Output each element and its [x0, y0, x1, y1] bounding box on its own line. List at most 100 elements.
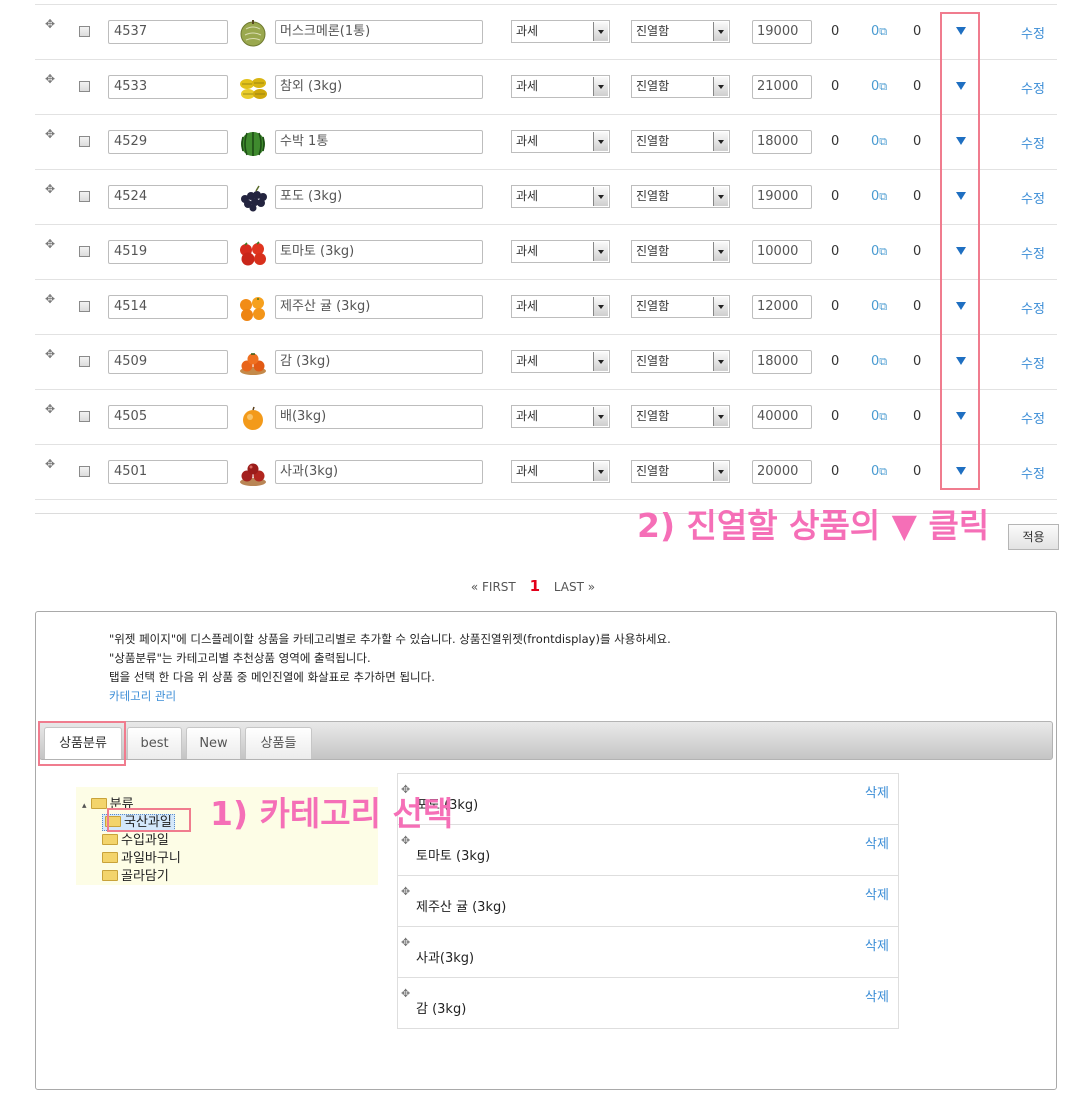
edit-link[interactable]: 수정: [1021, 243, 1045, 262]
drag-handle-icon[interactable]: ✥: [45, 348, 55, 360]
row-checkbox[interactable]: [79, 356, 90, 367]
drag-handle-icon[interactable]: ✥: [401, 987, 410, 1000]
link-count[interactable]: 0⧉: [871, 79, 887, 94]
link-count[interactable]: 0⧉: [871, 354, 887, 369]
drag-handle-icon[interactable]: ✥: [45, 128, 55, 140]
delete-link[interactable]: 삭제: [865, 935, 889, 954]
link-count[interactable]: 0⧉: [871, 189, 887, 204]
tax-select[interactable]: 과세: [511, 20, 610, 43]
product-code-input[interactable]: 4519: [108, 240, 228, 264]
tab-new[interactable]: New: [186, 727, 241, 759]
delete-link[interactable]: 삭제: [865, 986, 889, 1005]
tree-node-pick[interactable]: 골라담기: [102, 865, 169, 884]
product-code-input[interactable]: 4524: [108, 185, 228, 209]
edit-link[interactable]: 수정: [1021, 298, 1045, 317]
product-code-input[interactable]: 4514: [108, 295, 228, 319]
product-code-input[interactable]: 4501: [108, 460, 228, 484]
product-name-input[interactable]: 포도 (3kg): [275, 185, 483, 209]
price-input[interactable]: 19000: [752, 185, 812, 209]
edit-link[interactable]: 수정: [1021, 188, 1045, 207]
drag-handle-icon[interactable]: ✥: [45, 458, 55, 470]
tax-select[interactable]: 과세: [511, 405, 610, 428]
delete-link[interactable]: 삭제: [865, 833, 889, 852]
drag-handle-icon[interactable]: ✥: [401, 936, 410, 949]
link-count[interactable]: 0⧉: [871, 409, 887, 424]
display-select[interactable]: 진열함: [631, 240, 730, 263]
row-checkbox[interactable]: [79, 136, 90, 147]
link-count[interactable]: 0⧉: [871, 299, 887, 314]
product-code-input[interactable]: 4529: [108, 130, 228, 154]
tax-select[interactable]: 과세: [511, 295, 610, 318]
price-input[interactable]: 18000: [752, 130, 812, 154]
product-name-input[interactable]: 머스크메론(1통): [275, 20, 483, 44]
display-select[interactable]: 진열함: [631, 75, 730, 98]
product-code-input[interactable]: 4537: [108, 20, 228, 44]
product-code-input[interactable]: 4533: [108, 75, 228, 99]
pagination: « FIRST 1 LAST »: [0, 577, 1066, 595]
display-select[interactable]: 진열함: [631, 295, 730, 318]
tab-best[interactable]: best: [127, 727, 182, 759]
price-input[interactable]: 18000: [752, 350, 812, 374]
price-input[interactable]: 21000: [752, 75, 812, 99]
row-checkbox[interactable]: [79, 26, 90, 37]
product-code-input[interactable]: 4509: [108, 350, 228, 374]
tab-products[interactable]: 상품들: [245, 727, 312, 759]
tax-select[interactable]: 과세: [511, 75, 610, 98]
tree-node-basket[interactable]: 과일바구니: [102, 847, 181, 866]
last-page-link[interactable]: LAST »: [554, 580, 595, 594]
display-select[interactable]: 진열함: [631, 20, 730, 43]
row-checkbox[interactable]: [79, 191, 90, 202]
edit-link[interactable]: 수정: [1021, 353, 1045, 372]
product-name-input[interactable]: 배(3kg): [275, 405, 483, 429]
edit-link[interactable]: 수정: [1021, 408, 1045, 427]
drag-handle-icon[interactable]: ✥: [45, 293, 55, 305]
price-input[interactable]: 10000: [752, 240, 812, 264]
row-checkbox[interactable]: [79, 301, 90, 312]
price-input[interactable]: 40000: [752, 405, 812, 429]
display-select[interactable]: 진열함: [631, 185, 730, 208]
delete-link[interactable]: 삭제: [865, 884, 889, 903]
row-checkbox[interactable]: [79, 81, 90, 92]
drag-handle-icon[interactable]: ✥: [45, 18, 55, 30]
product-name-input[interactable]: 수박 1통: [275, 130, 483, 154]
edit-link[interactable]: 수정: [1021, 463, 1045, 482]
edit-link[interactable]: 수정: [1021, 78, 1045, 97]
tax-select[interactable]: 과세: [511, 240, 610, 263]
display-select[interactable]: 진열함: [631, 130, 730, 153]
apply-button[interactable]: 적용: [1008, 524, 1059, 550]
link-count[interactable]: 0⧉: [871, 464, 887, 479]
edit-link[interactable]: 수정: [1021, 133, 1045, 152]
product-name-input[interactable]: 참외 (3kg): [275, 75, 483, 99]
link-count[interactable]: 0⧉: [871, 24, 887, 39]
product-name-input[interactable]: 토마토 (3kg): [275, 240, 483, 264]
tax-select[interactable]: 과세: [511, 460, 610, 483]
tax-select[interactable]: 과세: [511, 350, 610, 373]
row-checkbox[interactable]: [79, 246, 90, 257]
row-checkbox[interactable]: [79, 466, 90, 477]
delete-link[interactable]: 삭제: [865, 782, 889, 801]
display-select[interactable]: 진열함: [631, 405, 730, 428]
edit-link[interactable]: 수정: [1021, 23, 1045, 42]
drag-handle-icon[interactable]: ✥: [45, 73, 55, 85]
drag-handle-icon[interactable]: ✥: [45, 183, 55, 195]
link-count[interactable]: 0⧉: [871, 244, 887, 259]
price-input[interactable]: 12000: [752, 295, 812, 319]
product-name-input[interactable]: 사과(3kg): [275, 460, 483, 484]
tax-select[interactable]: 과세: [511, 130, 610, 153]
tax-select[interactable]: 과세: [511, 185, 610, 208]
product-name-input[interactable]: 감 (3kg): [275, 350, 483, 374]
collapse-icon[interactable]: ▴: [82, 801, 87, 811]
display-select[interactable]: 진열함: [631, 460, 730, 483]
display-select[interactable]: 진열함: [631, 350, 730, 373]
link-count[interactable]: 0⧉: [871, 134, 887, 149]
price-input[interactable]: 19000: [752, 20, 812, 44]
row-checkbox[interactable]: [79, 411, 90, 422]
drag-handle-icon[interactable]: ✥: [401, 885, 410, 898]
drag-handle-icon[interactable]: ✥: [45, 403, 55, 415]
product-code-input[interactable]: 4505: [108, 405, 228, 429]
price-input[interactable]: 20000: [752, 460, 812, 484]
category-manage-link[interactable]: 카테고리 관리: [109, 687, 671, 706]
drag-handle-icon[interactable]: ✥: [45, 238, 55, 250]
product-name-input[interactable]: 제주산 귤 (3kg): [275, 295, 483, 319]
first-page-link[interactable]: « FIRST: [471, 580, 516, 594]
